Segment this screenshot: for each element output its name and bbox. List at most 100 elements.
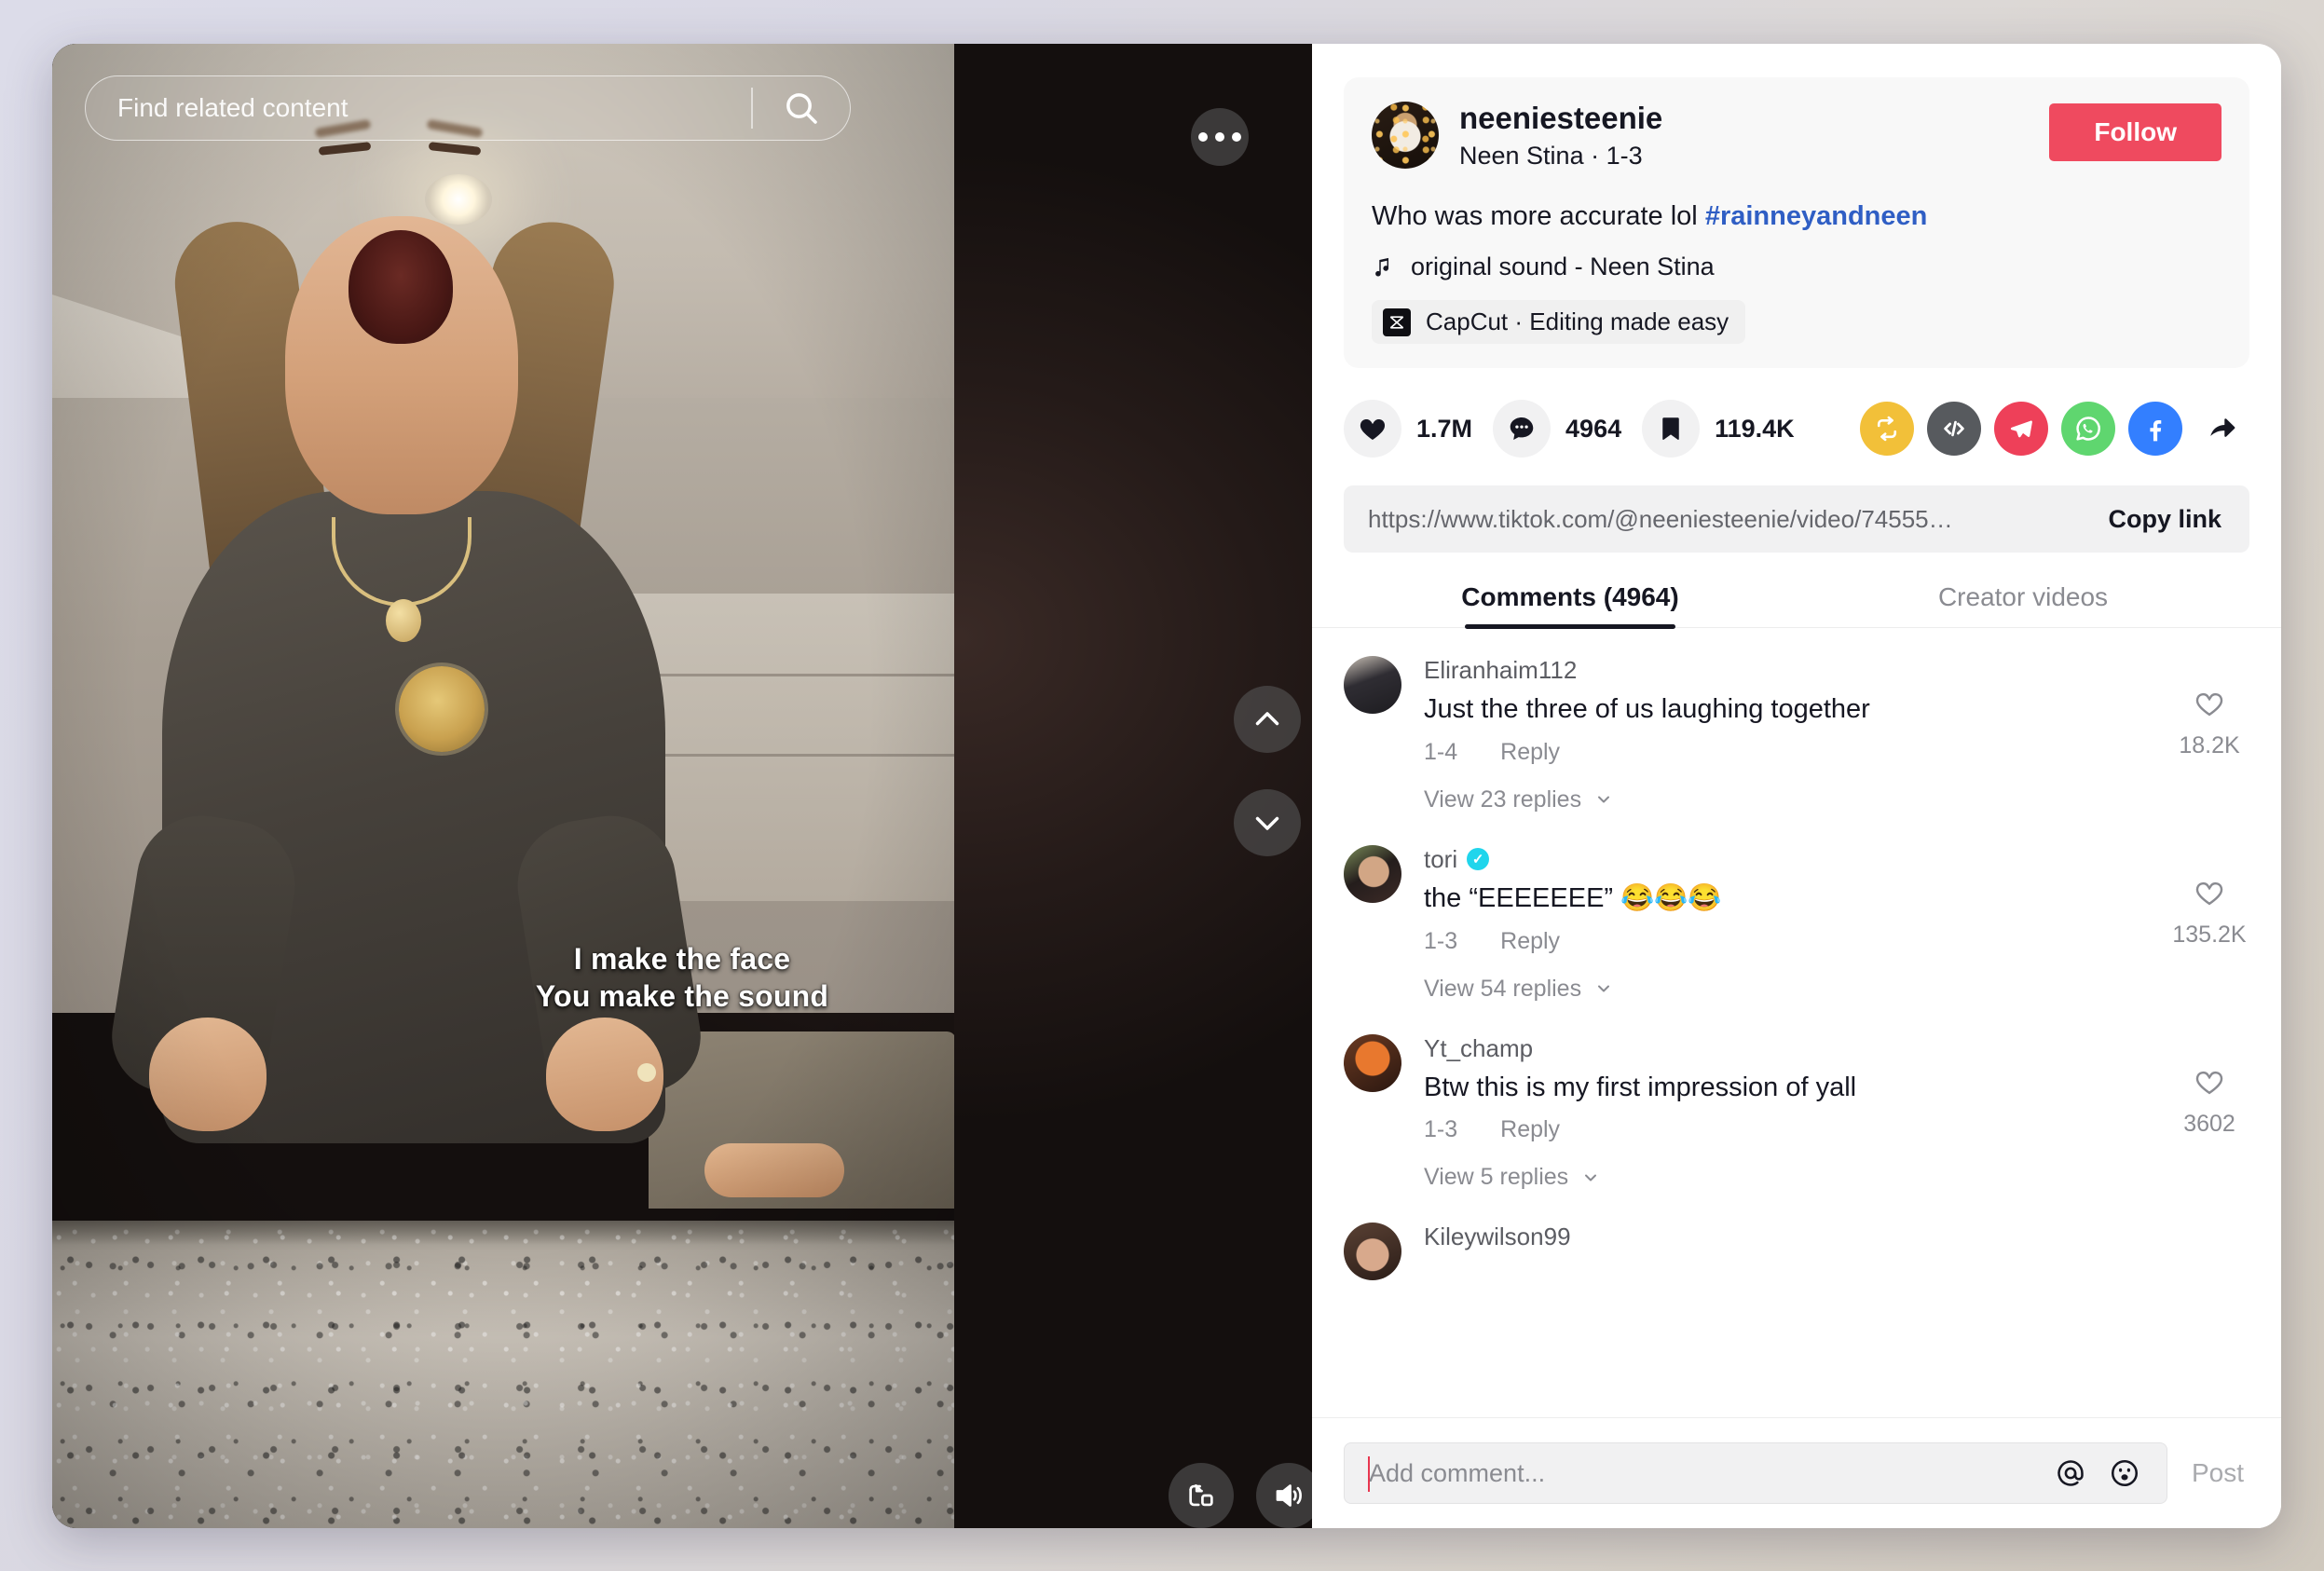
comment-like-count: 135.2K bbox=[2172, 921, 2247, 948]
search-input[interactable]: Find related content bbox=[86, 93, 751, 123]
caption-hashtag-link[interactable]: #rainneyandneen bbox=[1705, 201, 1928, 231]
facebook-icon[interactable] bbox=[2128, 402, 2182, 457]
comment-item: Yt_champ Btw this is my first impression… bbox=[1344, 1033, 2249, 1192]
find-related-content-search[interactable]: Find related content bbox=[85, 75, 851, 141]
tab-creator-videos[interactable]: Creator videos bbox=[1797, 582, 2249, 627]
comment-username[interactable]: Yt_champ bbox=[1424, 1034, 2169, 1063]
avatar[interactable] bbox=[1372, 102, 1439, 169]
comment-like-group[interactable]: 18.2K bbox=[2169, 656, 2249, 813]
add-comment-bar: Add comment... Post bbox=[1312, 1417, 2281, 1528]
video-player-pane[interactable]: I make the face You make the sound Find … bbox=[52, 44, 1312, 1528]
comment-reply-button[interactable]: Reply bbox=[1500, 928, 1560, 955]
text-cursor bbox=[1368, 1456, 1370, 1492]
comment-item: tori ✓ the “EEEEEEE” 😂😂😂 1-3 Reply View … bbox=[1344, 844, 2249, 1003]
comment-username[interactable]: Kileywilson99 bbox=[1424, 1223, 2249, 1251]
comment-item: Eliranhaim112 Just the three of us laugh… bbox=[1344, 656, 2249, 813]
view-replies-label: View 23 replies bbox=[1424, 786, 1582, 813]
video-caption-overlay: I make the face You make the sound bbox=[52, 940, 1312, 1016]
bookmark-filled-icon[interactable] bbox=[1642, 400, 1701, 458]
avatar[interactable] bbox=[1344, 656, 1401, 715]
comment-item: Kileywilson99 bbox=[1344, 1223, 2249, 1281]
comment-meta: 1-3 Reply bbox=[1424, 928, 2169, 955]
author-row: neeniesteenie Neen Stina · 1-3 Follow bbox=[1372, 101, 2221, 171]
detail-tabs: Comments (4964) Creator videos bbox=[1312, 582, 2281, 629]
heart-filled-icon[interactable] bbox=[1344, 400, 1401, 458]
post-info-card: neeniesteenie Neen Stina · 1-3 Follow Wh… bbox=[1344, 77, 2249, 369]
view-replies-label: View 54 replies bbox=[1424, 975, 1582, 1002]
chevron-down-icon bbox=[1585, 1174, 1597, 1182]
comment-like-count: 18.2K bbox=[2179, 732, 2240, 759]
sound-row[interactable]: original sound - Neen Stina bbox=[1372, 253, 2221, 281]
like-stat[interactable]: 1.7M bbox=[1344, 400, 1472, 458]
capcut-badge[interactable]: CapCut · Editing made easy bbox=[1372, 300, 1746, 345]
author-text: neeniesteenie Neen Stina · 1-3 bbox=[1459, 101, 2049, 171]
comment-input-wrapper[interactable]: Add comment... bbox=[1344, 1442, 2167, 1504]
comment-body: Yt_champ Btw this is my first impression… bbox=[1424, 1034, 2169, 1192]
view-replies-button[interactable]: View 54 replies bbox=[1424, 976, 2169, 1003]
previous-video-button[interactable] bbox=[1234, 686, 1301, 753]
comment-meta: 1-3 Reply bbox=[1424, 1116, 2169, 1143]
view-replies-label: View 5 replies bbox=[1424, 1164, 1569, 1191]
comment-username[interactable]: Eliranhaim112 bbox=[1424, 656, 2169, 685]
heart-outline-icon bbox=[2195, 693, 2223, 717]
chevron-down-icon bbox=[1598, 985, 1610, 992]
share-buttons-group bbox=[1860, 402, 2249, 457]
more-options-icon[interactable] bbox=[1191, 108, 1249, 166]
comment-reply-button[interactable]: Reply bbox=[1500, 739, 1560, 766]
whatsapp-icon[interactable] bbox=[2061, 402, 2115, 457]
scene-vignette bbox=[52, 44, 954, 1528]
tab-comments[interactable]: Comments (4964) bbox=[1344, 582, 1797, 627]
avatar[interactable] bbox=[1344, 1033, 1401, 1092]
comment-like-group[interactable]: 3602 bbox=[2169, 1034, 2249, 1192]
share-arrow-icon[interactable] bbox=[2195, 402, 2249, 456]
embed-icon[interactable] bbox=[1927, 402, 1981, 457]
comment-username-text: Eliranhaim112 bbox=[1424, 656, 1578, 685]
view-replies-button[interactable]: View 5 replies bbox=[1424, 1164, 2169, 1191]
chevron-up-icon bbox=[1255, 712, 1279, 726]
comment-like-group[interactable]: 135.2K bbox=[2169, 845, 2249, 1003]
caption-line-2: You make the sound bbox=[535, 979, 829, 1014]
bookmark-count: 119.4K bbox=[1715, 414, 1795, 443]
comment-date: 1-4 bbox=[1424, 738, 1458, 765]
like-count: 1.7M bbox=[1416, 414, 1473, 443]
avatar[interactable] bbox=[1344, 1223, 1401, 1281]
author-subtitle: Neen Stina · 1-3 bbox=[1459, 142, 1643, 171]
comment-meta: 1-4 Reply bbox=[1424, 739, 2169, 766]
author-username[interactable]: neeniesteenie bbox=[1459, 101, 2049, 135]
copy-link-button[interactable]: Copy link bbox=[2098, 505, 2249, 534]
search-icon[interactable] bbox=[753, 76, 850, 140]
avatar[interactable] bbox=[1344, 844, 1401, 903]
follow-button[interactable]: Follow bbox=[2049, 103, 2221, 161]
next-video-button[interactable] bbox=[1234, 789, 1301, 856]
comment-reply-button[interactable]: Reply bbox=[1500, 1116, 1560, 1143]
comment-stat[interactable]: 4964 bbox=[1493, 400, 1621, 458]
at-mention-icon[interactable] bbox=[2049, 1452, 2092, 1495]
video-frame[interactable] bbox=[52, 44, 954, 1528]
comment-text: the “EEEEEEE” 😂😂😂 bbox=[1424, 882, 1722, 913]
video-scene bbox=[52, 44, 954, 1528]
video-detail-modal: I make the face You make the sound Find … bbox=[52, 44, 2281, 1528]
caption-text: Who was more accurate lol bbox=[1372, 201, 1705, 232]
comment-body: Eliranhaim112 Just the three of us laugh… bbox=[1424, 656, 2169, 813]
comment-username[interactable]: tori ✓ bbox=[1424, 845, 2169, 874]
comment-text: Just the three of us laughing together bbox=[1424, 694, 1870, 725]
comment-count: 4964 bbox=[1565, 414, 1622, 443]
heart-outline-icon bbox=[2195, 1071, 2223, 1094]
comment-input[interactable]: Add comment... bbox=[1369, 1459, 2038, 1488]
music-note-icon bbox=[1372, 255, 1396, 280]
share-link-row: https://www.tiktok.com/@neeniesteenie/vi… bbox=[1344, 485, 2249, 553]
comment-bubble-icon[interactable] bbox=[1493, 400, 1552, 458]
comment-body: Kileywilson99 bbox=[1424, 1223, 2249, 1280]
comment-text: Btw this is my first impression of yall bbox=[1424, 1072, 1857, 1102]
post-comment-button[interactable]: Post bbox=[2188, 1458, 2249, 1488]
emoji-icon[interactable] bbox=[2103, 1452, 2146, 1495]
chevron-down-icon bbox=[1598, 796, 1610, 803]
repost-icon[interactable] bbox=[1860, 402, 1914, 457]
view-replies-button[interactable]: View 23 replies bbox=[1424, 786, 2169, 813]
picture-in-picture-button[interactable] bbox=[1169, 1463, 1234, 1528]
caption-line-1: I make the face bbox=[573, 942, 791, 976]
telegram-icon[interactable] bbox=[1994, 402, 2048, 457]
bookmark-stat[interactable]: 119.4K bbox=[1642, 400, 1795, 458]
video-url-text[interactable]: https://www.tiktok.com/@neeniesteenie/vi… bbox=[1344, 505, 2098, 534]
comments-list[interactable]: Eliranhaim112 Just the three of us laugh… bbox=[1312, 628, 2281, 1417]
